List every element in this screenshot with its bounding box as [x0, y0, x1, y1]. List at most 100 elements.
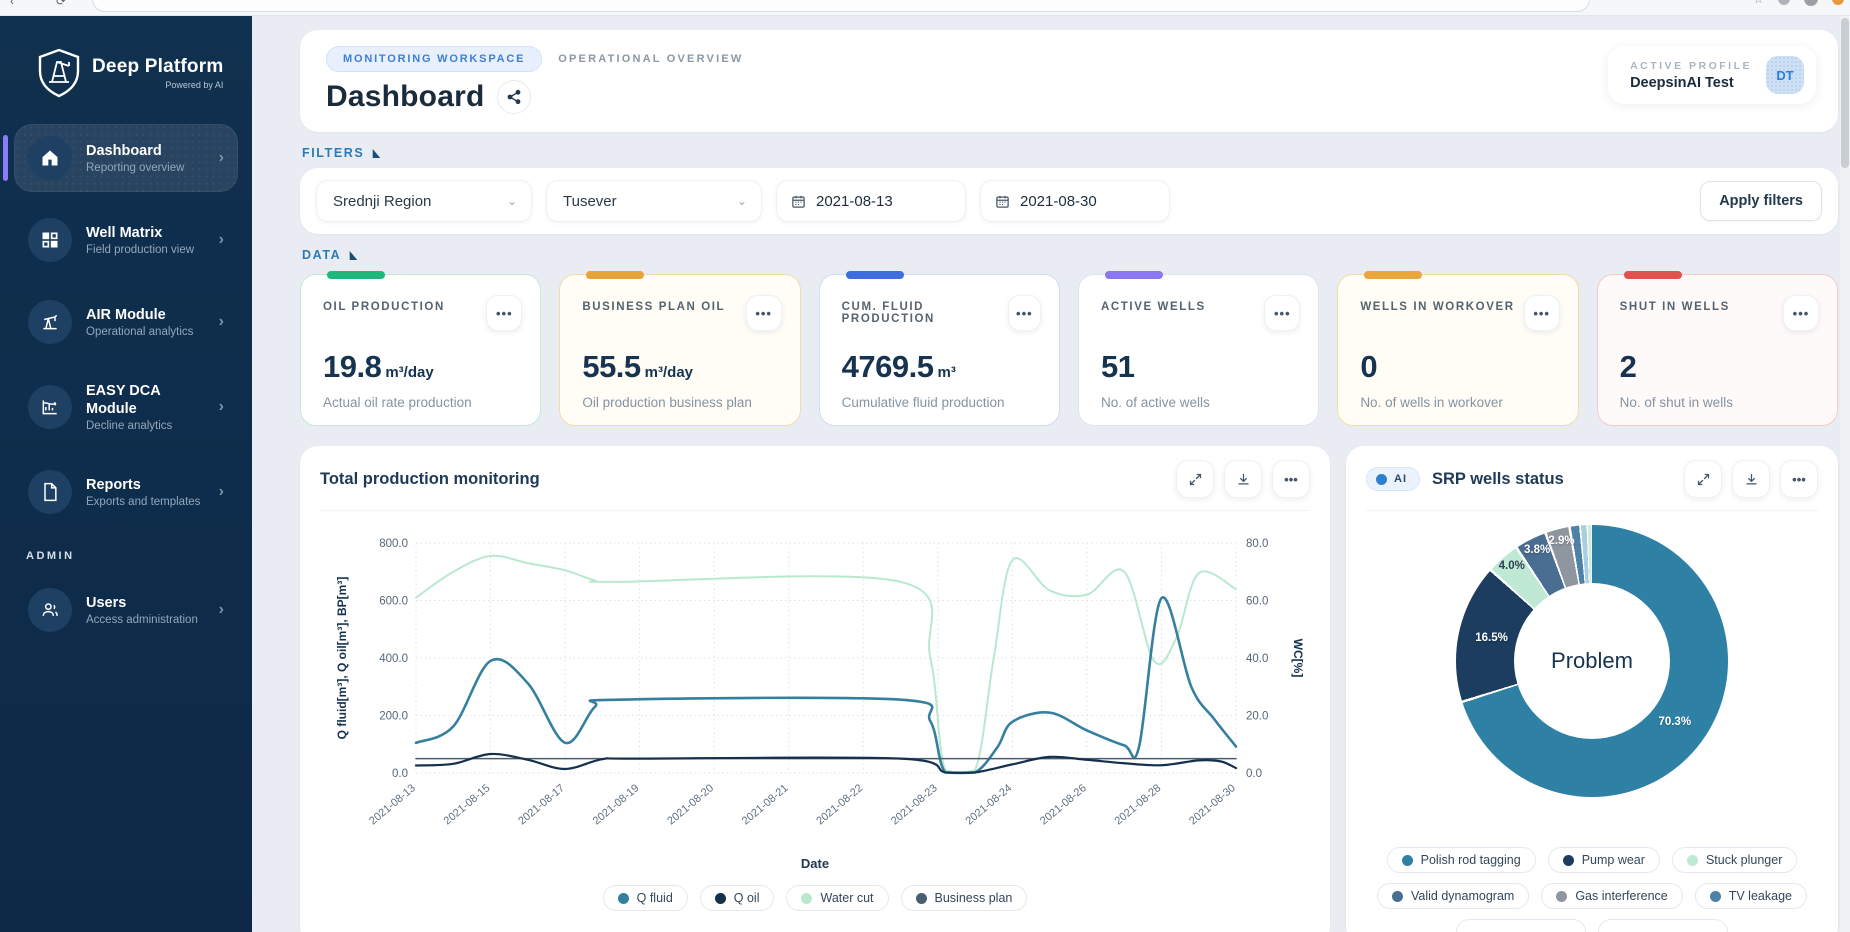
sidebar-item-label: AIR Module	[86, 306, 205, 324]
region-select-value: Srednji Region	[333, 193, 431, 210]
legend-pill-q-oil[interactable]: Q oil	[700, 885, 775, 911]
browser-address-bar[interactable]	[92, 0, 1590, 12]
active-indicator	[3, 135, 8, 181]
panel-title: Total production monitoring	[320, 470, 540, 489]
home-icon	[28, 136, 72, 180]
apply-filters-button[interactable]: Apply filters	[1700, 181, 1822, 221]
card-value: 2	[1620, 349, 1819, 385]
slice-label: 2.9%	[1548, 535, 1574, 547]
card-accent-bar	[1624, 271, 1682, 279]
legend-pill-tv-leakage[interactable]: TV leakage	[1695, 883, 1807, 909]
field-select[interactable]: Tusever ⌄	[546, 180, 762, 222]
download-button[interactable]	[1224, 460, 1262, 498]
legend-pill-cutoff[interactable]	[1456, 919, 1586, 932]
donut-legend-overflow	[1366, 919, 1818, 932]
more-button[interactable]: •••	[1780, 460, 1818, 498]
app-subtitle: Powered by AI	[165, 80, 223, 90]
sidebar-item-easy-dca[interactable]: EASY DCA Module Decline analytics ›	[14, 370, 238, 444]
legend-pill-water-cut[interactable]: Water cut	[786, 885, 888, 911]
legend-pill-business-plan[interactable]: Business plan	[901, 885, 1028, 911]
legend-pill-pump-wear[interactable]: Pump wear	[1548, 847, 1660, 873]
legend-pill-stuck-plunger[interactable]: Stuck plunger	[1672, 847, 1797, 873]
download-icon	[1744, 472, 1759, 487]
data-section-toggle[interactable]: DATA	[302, 248, 1838, 262]
download-button[interactable]	[1732, 460, 1770, 498]
avatar[interactable]: DT	[1766, 56, 1804, 94]
bookmark-star-icon[interactable]: ☆	[1753, 0, 1764, 5]
card-menu-button[interactable]: •••	[1264, 295, 1300, 331]
svg-text:2021-08-30: 2021-08-30	[1187, 782, 1238, 827]
legend-pill-cutoff[interactable]	[1598, 919, 1728, 932]
card-menu-button[interactable]: •••	[1783, 295, 1819, 331]
browser-profile-avatar[interactable]	[1804, 0, 1818, 6]
pumpjack-icon	[28, 300, 72, 344]
card-accent-bar	[586, 271, 644, 279]
card-subtitle: No. of active wells	[1101, 395, 1300, 410]
svg-text:WC[%]: WC[%]	[1291, 639, 1305, 678]
page-scrollbar[interactable]	[1840, 16, 1850, 932]
expand-icon	[1188, 472, 1203, 487]
chevron-right-icon: ›	[219, 149, 228, 167]
legend-dot-icon	[1687, 855, 1698, 866]
card-accent-bar	[1105, 271, 1163, 279]
legend-pill-gas-interference[interactable]: Gas interference	[1541, 883, 1682, 909]
sidebar-item-users[interactable]: Users Access administration ›	[14, 576, 238, 644]
date-to-input[interactable]: 2021-08-30	[980, 180, 1170, 222]
sidebar-item-dashboard[interactable]: Dashboard Reporting overview ›	[14, 124, 238, 192]
calendar-icon	[995, 194, 1010, 209]
sidebar-item-air-module[interactable]: AIR Module Operational analytics ›	[14, 288, 238, 356]
card-accent-bar	[327, 271, 385, 279]
sidebar-item-sub: Decline analytics	[86, 420, 205, 432]
srp-donut-chart[interactable]: Problem 70.3%16.5%4.0%3.8%2.9%	[1366, 525, 1818, 825]
card-value: 4769.5m³	[842, 349, 1041, 385]
share-button[interactable]	[497, 80, 531, 114]
collapse-triangle-icon	[350, 251, 358, 260]
svg-text:800.0: 800.0	[379, 538, 408, 550]
sidebar-item-reports[interactable]: Reports Exports and templates ›	[14, 458, 238, 526]
svg-text:600.0: 600.0	[379, 596, 408, 608]
more-button[interactable]: •••	[1272, 460, 1310, 498]
card-menu-button[interactable]: •••	[1008, 295, 1041, 331]
legend-dot-icon	[1402, 855, 1413, 866]
legend-pill-q-fluid[interactable]: Q fluid	[603, 885, 688, 911]
workspace-badge[interactable]: MONITORING WORKSPACE	[326, 46, 542, 72]
card-menu-button[interactable]: •••	[486, 295, 522, 331]
card-title: SHUT IN WELLS	[1620, 295, 1730, 313]
card-menu-button[interactable]: •••	[746, 295, 782, 331]
ai-badge: AI	[1366, 467, 1420, 491]
legend-pill-valid-dynamogram[interactable]: Valid dynamogram	[1377, 883, 1529, 909]
browser-reload-icon[interactable]: ⟳	[56, 0, 72, 10]
sidebar-item-sub: Access administration	[86, 614, 205, 626]
date-from-value: 2021-08-13	[816, 193, 893, 210]
share-icon	[506, 89, 522, 105]
card-value: 19.8m³/day	[323, 349, 522, 385]
download-icon	[1236, 472, 1251, 487]
panel-title: SRP wells status	[1432, 470, 1564, 489]
sidebar-item-well-matrix[interactable]: Well Matrix Field production view ›	[14, 206, 238, 274]
scrollbar-thumb[interactable]	[1841, 18, 1849, 168]
card-accent-bar	[846, 271, 904, 279]
browser-orange-icon[interactable]	[1832, 0, 1844, 5]
legend-pill-polish-rod-tagging[interactable]: Polish rod tagging	[1387, 847, 1536, 873]
donut-legend: Polish rod tagging Pump wear Stuck plunger…	[1366, 847, 1818, 909]
browser-extension-icon[interactable]	[1778, 0, 1790, 5]
expand-icon	[1696, 472, 1711, 487]
active-profile-card[interactable]: ACTIVE PROFILE DeepsinAI Test DT	[1608, 46, 1816, 104]
region-select[interactable]: Srednji Region ⌄	[316, 180, 532, 222]
profile-name: DeepsinAI Test	[1630, 75, 1752, 91]
date-from-input[interactable]: 2021-08-13	[776, 180, 966, 222]
slice-label: 70.3%	[1658, 716, 1691, 728]
card-accent-bar	[1364, 271, 1422, 279]
browser-back-icon[interactable]: ‹	[10, 0, 26, 10]
slice-label: 16.5%	[1475, 632, 1508, 644]
srp-status-panel: AI SRP wells status •••	[1346, 446, 1838, 932]
card-subtitle: Oil production business plan	[582, 395, 781, 410]
filters-section-toggle[interactable]: FILTERS	[302, 146, 1838, 160]
production-line-chart[interactable]: 0.0200.0400.0600.0800.00.020.040.060.080…	[320, 511, 1310, 852]
sidebar-item-label: EASY DCA Module	[86, 382, 196, 418]
expand-button[interactable]	[1176, 460, 1214, 498]
legend-dot-icon	[618, 893, 629, 904]
expand-button[interactable]	[1684, 460, 1722, 498]
svg-text:2021-08-23: 2021-08-23	[889, 782, 940, 827]
card-menu-button[interactable]: •••	[1524, 295, 1560, 331]
